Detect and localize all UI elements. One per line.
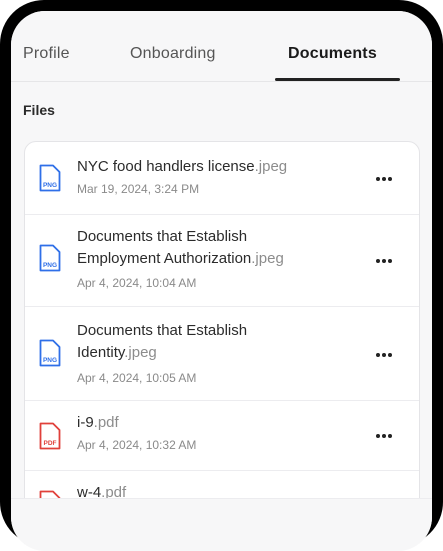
file-type-label: PNG	[43, 262, 57, 269]
file-date: Apr 4, 2024, 10:32 AM	[77, 438, 197, 452]
tab-profile[interactable]: Profile	[23, 45, 70, 63]
file-type-label: PNG	[43, 182, 57, 189]
more-options-icon[interactable]	[374, 254, 396, 268]
file-type-label: PDF	[44, 440, 57, 447]
active-tab-indicator	[275, 78, 400, 81]
file-row[interactable]: PNG Documents that Establish Identity.jp…	[25, 306, 419, 401]
file-date: Apr 4, 2024, 10:04 AM	[77, 276, 197, 290]
file-row[interactable]: PDF i-9.pdf Apr 4, 2024, 10:32 AM	[25, 400, 419, 471]
screen: Profile Onboarding Documents Files PNG N…	[11, 11, 432, 551]
device-frame: Profile Onboarding Documents Files PNG N…	[0, 0, 443, 551]
file-name[interactable]: NYC food handlers license.jpeg	[77, 156, 287, 178]
png-file-icon: PNG	[39, 339, 61, 367]
file-name[interactable]: i-9.pdf	[77, 412, 119, 434]
file-extension: .jpeg	[124, 344, 157, 361]
pdf-file-icon: PDF	[39, 422, 61, 450]
file-extension: .pdf	[93, 414, 119, 431]
section-title: Files	[23, 102, 55, 118]
more-options-icon[interactable]	[374, 348, 396, 362]
file-date: Mar 19, 2024, 3:24 PM	[77, 182, 200, 196]
file-row[interactable]: PNG NYC food handlers license.jpeg Mar 1…	[25, 142, 419, 215]
file-extension: .jpeg	[254, 158, 288, 175]
file-list: PNG NYC food handlers license.jpeg Mar 1…	[24, 141, 420, 551]
file-row[interactable]: PNG Documents that Establish Employment …	[25, 214, 419, 307]
png-file-icon: PNG	[39, 244, 61, 272]
tab-documents[interactable]: Documents	[288, 45, 377, 63]
file-extension: .jpeg	[251, 250, 284, 267]
file-name[interactable]: Documents that Establish Employment Auth…	[77, 226, 284, 270]
file-name[interactable]: Documents that Establish Identity.jpeg	[77, 320, 247, 364]
more-options-icon[interactable]	[374, 172, 396, 186]
png-file-icon: PNG	[39, 164, 61, 192]
tab-bar: Profile Onboarding Documents	[11, 11, 432, 82]
file-type-label: PNG	[43, 357, 57, 364]
bottom-bar	[11, 498, 432, 551]
tab-onboarding[interactable]: Onboarding	[130, 45, 216, 63]
more-options-icon[interactable]	[374, 429, 396, 443]
file-date: Apr 4, 2024, 10:05 AM	[77, 371, 197, 385]
